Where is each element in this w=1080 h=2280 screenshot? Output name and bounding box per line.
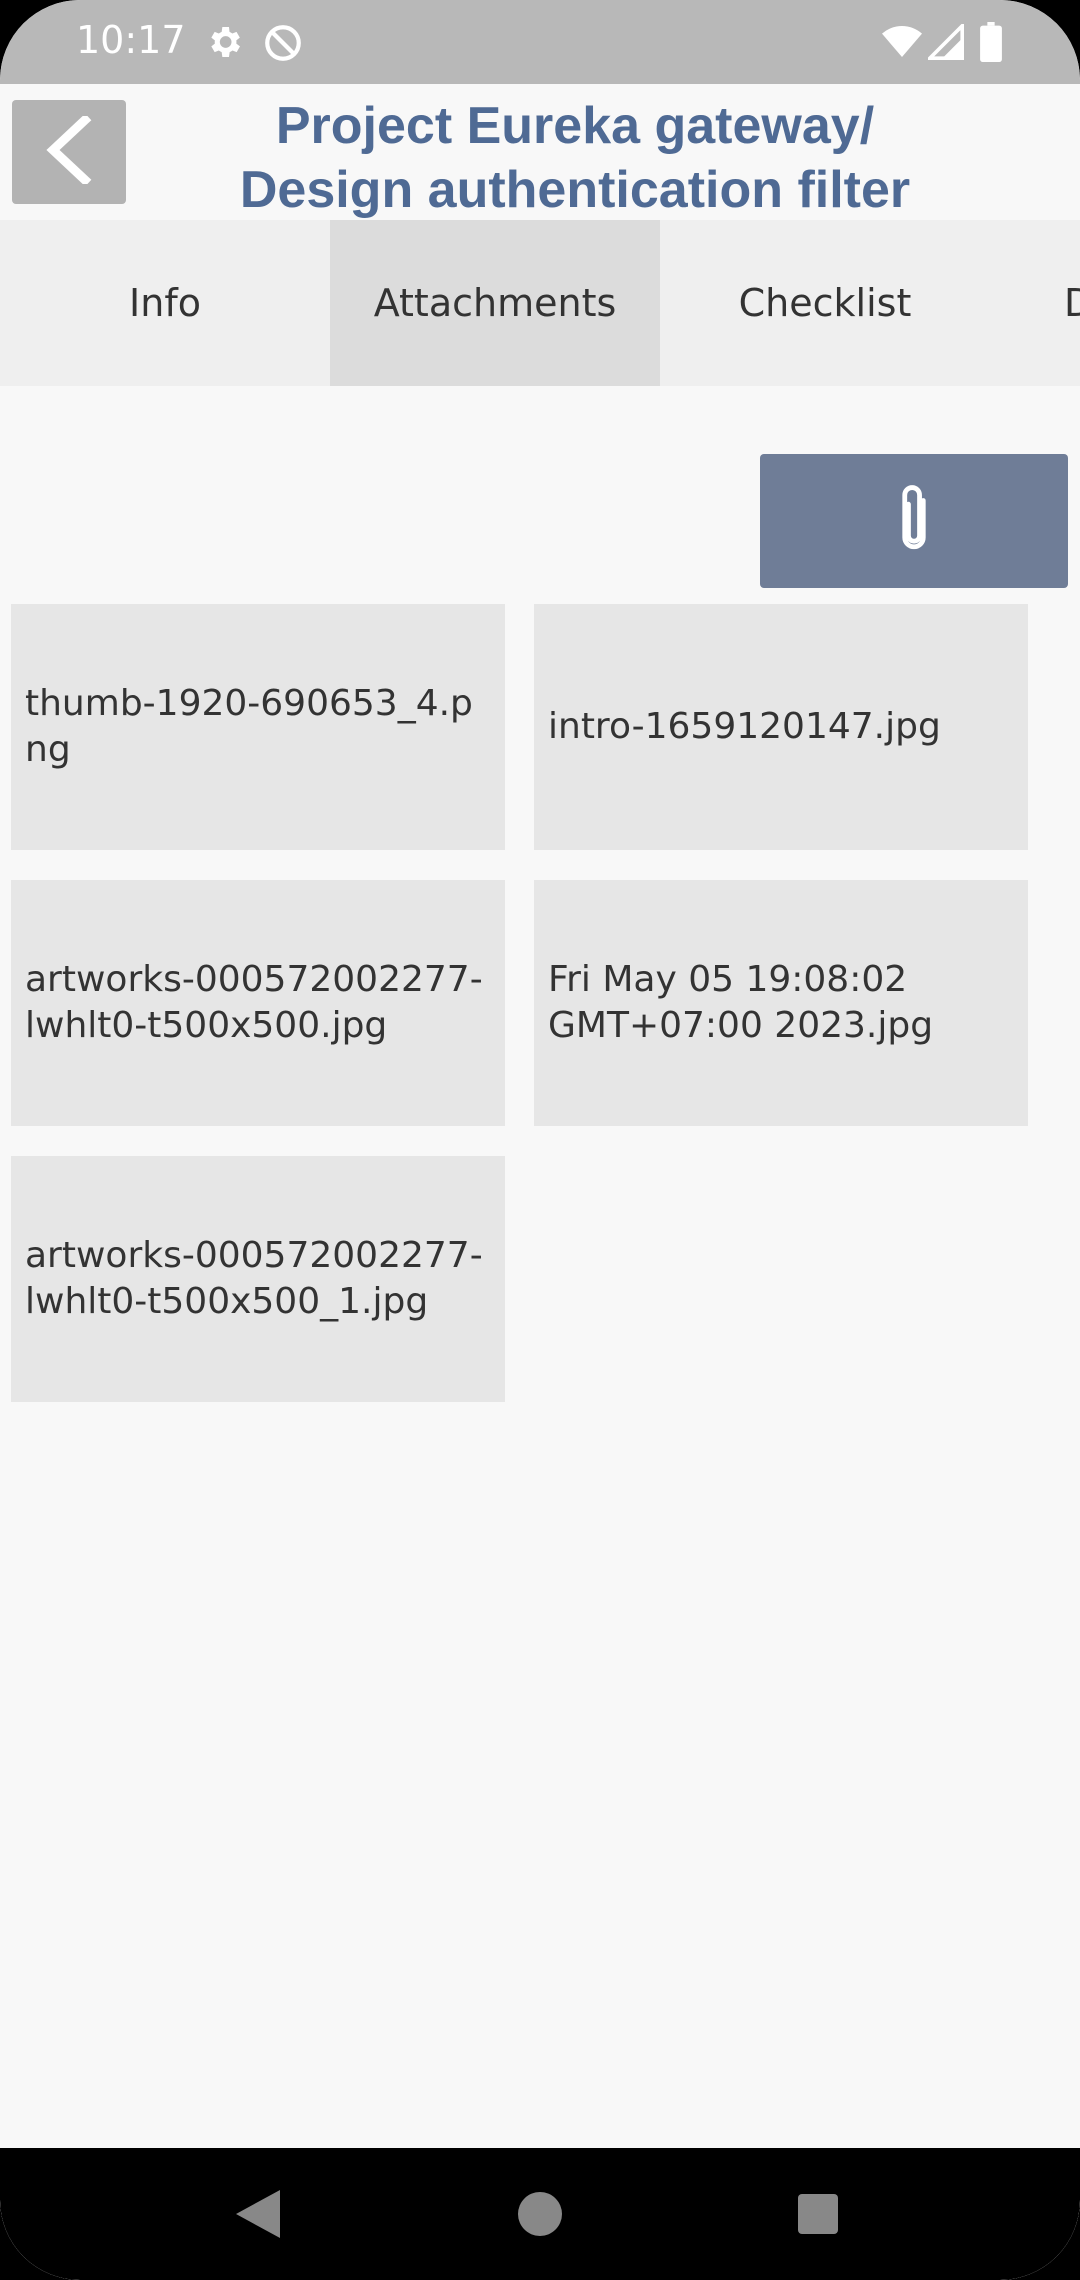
back-button[interactable] <box>12 100 126 204</box>
tab-partial[interactable]: D <box>990 220 1080 386</box>
attachment-tile[interactable]: thumb-1920-690653_4.png <box>11 604 505 850</box>
home-circle-icon[interactable] <box>518 2192 562 2241</box>
paperclip-icon <box>892 482 936 561</box>
signal-icon <box>925 21 964 65</box>
chevron-left-icon <box>45 113 93 189</box>
attachment-tile[interactable]: Fri May 05 19:08:02 GMT+07:00 2023.jpg <box>534 880 1028 1126</box>
recents-square-icon[interactable] <box>798 2194 838 2239</box>
tab-info[interactable]: Info <box>0 220 330 386</box>
tab-bar: Info Attachments Checklist D <box>0 220 1080 386</box>
attachment-tile[interactable]: artworks-000572002277-lwhlt0-t500x500_1.… <box>11 1156 505 1402</box>
attachment-tile[interactable]: intro-1659120147.jpg <box>534 604 1028 850</box>
attachment-tile[interactable]: artworks-000572002277-lwhlt0-t500x500.jp… <box>11 880 505 1126</box>
page-title: Project Eureka gateway/ Design authentic… <box>150 94 1000 222</box>
tab-checklist[interactable]: Checklist <box>660 220 990 386</box>
tab-attachments[interactable]: Attachments <box>330 220 660 386</box>
attachment-name: intro-1659120147.jpg <box>548 706 941 747</box>
attachment-name: artworks-000572002277-lwhlt0-t500x500_1.… <box>25 1235 483 1322</box>
attachment-name: thumb-1920-690653_4.png <box>25 683 473 770</box>
page-title-line-1: Project Eureka gateway/ <box>275 97 875 155</box>
add-attachment-button[interactable] <box>760 454 1068 588</box>
app-screen: 10:17 Project Eureka gateway/ Design aut… <box>0 0 1080 2280</box>
settings-gear-icon <box>204 22 244 67</box>
attachment-name: Fri May 05 19:08:02 GMT+07:00 2023.jpg <box>548 959 934 1046</box>
system-nav-bar <box>0 2148 1080 2280</box>
back-triangle-icon[interactable] <box>236 2190 280 2243</box>
wifi-icon <box>882 24 922 65</box>
battery-icon <box>980 22 1002 67</box>
status-time: 10:17 <box>76 18 186 62</box>
status-bar: 10:17 <box>0 0 1080 84</box>
page-title-line-2: Design authentication filter <box>239 161 911 219</box>
header: Project Eureka gateway/ Design authentic… <box>0 84 1080 220</box>
attachment-name: artworks-000572002277-lwhlt0-t500x500.jp… <box>25 959 483 1046</box>
data-saver-icon <box>262 22 304 69</box>
